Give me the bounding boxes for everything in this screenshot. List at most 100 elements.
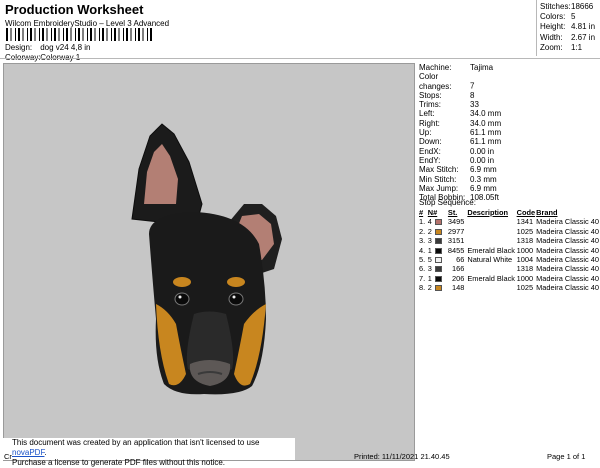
max-stitch-row: Max Stitch: 6.9 mm	[419, 165, 497, 175]
num-cell: 5.	[419, 255, 426, 265]
header-divider	[0, 58, 600, 59]
needle-cell: 1	[428, 274, 448, 283]
stop-sequence-table: # N# St. Description Code Brand 1. 4 3495 1…	[419, 208, 599, 293]
col-header-needle: N#	[427, 208, 438, 217]
st-cell: 148	[452, 283, 465, 293]
design-preview	[3, 63, 415, 461]
code-cell: 1318	[516, 236, 534, 246]
brand-cell: Madeira Classic 40	[536, 226, 599, 236]
num-cell: 4.	[419, 245, 426, 255]
table-row: 3. 3 3151 1318 Madeira Classic 40	[419, 236, 599, 245]
needle-cell: 3	[428, 264, 448, 273]
stops-row: Stops: 8	[419, 90, 475, 100]
color-swatch	[434, 238, 442, 245]
needle-number: 4	[427, 217, 432, 227]
down-row: Down: 61.1 mm	[419, 137, 502, 147]
needle-cell: 3	[428, 236, 448, 245]
col-header-num: #	[419, 208, 424, 217]
num-cell: 3.	[419, 236, 426, 246]
left-row: Left: 34.0 mm	[419, 109, 502, 119]
desc-cell: Natural White	[467, 255, 513, 265]
needle-number: 3	[427, 236, 432, 246]
stat-zoom: Zoom: 1:1	[540, 42, 583, 52]
printed-date: Printed: 11/11/2021 21.40.45	[354, 452, 450, 461]
code-cell: 1341	[516, 217, 534, 227]
st-cell: 3151	[447, 236, 465, 246]
software-name: Wilcom EmbroideryStudio – Level 3 Advanc…	[5, 19, 170, 28]
st-cell: 166	[452, 264, 465, 274]
color-changes-row: Color changes: 7	[419, 72, 475, 91]
color-swatch	[434, 275, 442, 282]
brand-cell: Madeira Classic 40	[536, 245, 599, 255]
footer-left: Cr	[4, 452, 12, 461]
table-row: 5. 5 66 Natural White 1004 Madeira Classic 40	[419, 255, 599, 264]
up-row: Up: 61.1 mm	[419, 128, 502, 138]
endx-row: EndX: 0.00 in	[419, 146, 495, 156]
stat-stitches: Stitches:18666	[540, 2, 594, 11]
table-row: 2. 2 2977 1025 Madeira Classic 40	[419, 227, 599, 236]
needle-number: 2	[427, 226, 432, 236]
needle-number: 2	[427, 283, 432, 293]
table-row: 6. 3 166 1318 Madeira Classic 40	[419, 264, 599, 273]
desc-cell	[467, 283, 516, 292]
page-title: Production Worksheet	[5, 2, 144, 17]
st-cell: 66	[456, 255, 465, 265]
needle-cell: 2	[428, 283, 448, 292]
desc-cell	[467, 217, 516, 226]
design-value: dog v24 4,8 in	[40, 43, 91, 52]
max-jump-row: Max Jump: 6.9 mm	[419, 183, 497, 193]
needle-number: 1	[427, 245, 432, 255]
color-swatch	[434, 219, 442, 226]
machine-info: Machine: Tajima Color changes: 7 Stops: 8 T…	[419, 63, 501, 202]
desc-cell	[467, 227, 516, 236]
machine-row: Machine: Tajima	[419, 63, 494, 72]
header-divider-vertical	[536, 0, 537, 56]
brand-cell: Madeira Classic 40	[536, 217, 599, 227]
color-swatch	[434, 266, 442, 273]
needle-cell: 2	[428, 227, 448, 236]
brand-cell: Madeira Classic 40	[536, 255, 599, 265]
st-cell: 206	[452, 273, 465, 283]
num-cell: 6.	[419, 264, 426, 274]
design-row: Design: dog v24 4,8 in	[5, 43, 91, 52]
brand-cell: Madeira Classic 40	[536, 264, 599, 274]
num-cell: 7.	[419, 273, 426, 283]
needle-cell: 4	[428, 217, 448, 226]
code-cell: 1000	[516, 245, 534, 255]
col-header-code: Code	[516, 208, 536, 217]
desc-cell: Emerald Black	[467, 245, 516, 255]
code-cell: 1025	[516, 226, 534, 236]
color-swatch	[434, 285, 442, 292]
trims-row: Trims: 33	[419, 100, 479, 110]
st-cell: 2977	[447, 226, 465, 236]
code-cell: 1000	[516, 273, 534, 283]
desc-cell: Emerald Black	[467, 273, 516, 283]
table-row: 1. 4 3495 1341 Madeira Classic 40	[419, 217, 599, 226]
code-cell: 1025	[516, 283, 534, 293]
design-label: Design:	[5, 43, 33, 52]
min-stitch-row: Min Stitch: 0.3 mm	[419, 174, 497, 184]
table-row: 4. 1 8455 Emerald Black 1000 Madeira Classic …	[419, 246, 599, 255]
col-header-description: Description	[467, 208, 509, 217]
st-cell: 3495	[447, 217, 465, 227]
table-row: 7. 1 206 Emerald Black 1000 Madeira Classic 4…	[419, 274, 599, 283]
desc-cell	[467, 264, 516, 273]
table-row: 8. 2 148 1025 Madeira Classic 40	[419, 283, 599, 292]
right-row: Right: 34.0 mm	[419, 118, 502, 128]
needle-number: 5	[427, 255, 432, 265]
st-cell: 8455	[447, 245, 465, 255]
table-header-row: # N# St. Description Code Brand	[419, 208, 599, 217]
color-swatch	[434, 228, 442, 235]
endy-row: EndY: 0.00 in	[419, 155, 495, 165]
desc-cell	[467, 236, 516, 245]
num-cell: 1.	[419, 217, 426, 227]
col-header-st: St.	[447, 208, 458, 217]
brand-cell: Madeira Classic 40	[536, 236, 599, 246]
design-stats: Stitches:18666 Colors: 5 Height: 4.81 in W…	[540, 2, 595, 53]
num-cell: 2.	[419, 226, 426, 236]
stat-width: Width: 2.67 in	[540, 32, 596, 42]
dog-embroidery-image	[131, 123, 282, 395]
color-swatch	[434, 257, 442, 264]
barcode	[6, 28, 152, 41]
brand-cell: Madeira Classic 40	[536, 273, 599, 283]
